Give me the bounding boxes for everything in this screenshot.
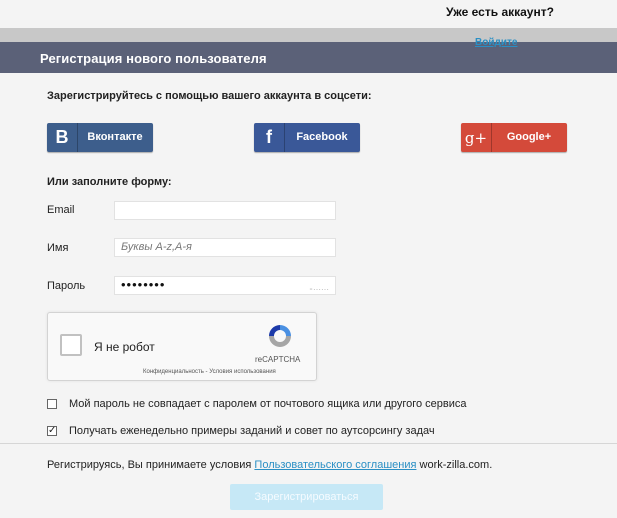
name-placeholder: Буквы А-z,А-я xyxy=(121,241,192,253)
password-value: •••••••• xyxy=(121,277,166,292)
password-label: Пароль xyxy=(47,280,86,292)
terms-text: Регистрируясь, Вы принимаете условия Пол… xyxy=(47,459,492,471)
weekly-examples-label: Получать еженедельно примеры заданий и с… xyxy=(69,425,435,437)
email-label: Email xyxy=(47,204,75,216)
login-link[interactable]: Войдите xyxy=(475,37,517,48)
terms-prefix: Регистрируясь, Вы принимаете условия xyxy=(47,459,252,471)
page-title: Регистрация нового пользователя xyxy=(40,51,267,66)
recaptcha-links[interactable]: Конфиденциальность - Условия использован… xyxy=(143,369,276,375)
registration-header: Регистрация нового пользователя xyxy=(0,42,617,73)
facebook-icon: f xyxy=(254,123,285,152)
password-field[interactable]: •••••••• ⁃⋯⋯ xyxy=(114,276,336,295)
already-have-account-text: Уже есть аккаунт? xyxy=(446,5,554,19)
password-differs-label: Мой пароль не совпадает с паролем от поч… xyxy=(69,398,467,410)
recaptcha-brand: reCAPTCHA xyxy=(255,355,301,364)
top-strip xyxy=(0,28,617,42)
recaptcha-widget: Я не робот reCAPTCHA Конфиденциальность … xyxy=(47,312,317,381)
facebook-label: Facebook xyxy=(296,131,348,143)
email-field[interactable] xyxy=(114,201,336,220)
google-plus-label: Google+ xyxy=(506,131,552,143)
recaptcha-checkbox[interactable] xyxy=(60,334,82,356)
google-plus-button[interactable]: g+ Google+ xyxy=(461,123,567,152)
name-field[interactable]: Буквы А-z,А-я xyxy=(114,238,336,257)
password-differs-checkbox[interactable] xyxy=(47,399,57,409)
form-title: Или заполните форму: xyxy=(47,176,172,188)
vkontakte-button[interactable]: B Вконтакте xyxy=(47,123,153,152)
social-signup-title: Зарегистрируйтесь с помощью вашего аккау… xyxy=(47,90,372,102)
register-button[interactable]: Зарегистрироваться xyxy=(230,484,383,510)
recaptcha-logo-icon xyxy=(269,325,291,347)
key-icon: ⁃⋯⋯ xyxy=(309,285,329,294)
recaptcha-label: Я не робот xyxy=(94,340,155,354)
divider xyxy=(0,443,617,444)
google-plus-icon: g+ xyxy=(461,123,492,152)
terms-suffix: work-zilla.com. xyxy=(419,459,493,471)
weekly-examples-checkbox[interactable]: ✓ xyxy=(47,426,57,436)
user-agreement-link[interactable]: Пользовательского соглашения xyxy=(254,459,416,471)
name-label: Имя xyxy=(47,242,69,254)
facebook-button[interactable]: f Facebook xyxy=(254,123,360,152)
vkontakte-icon: B xyxy=(47,123,78,152)
vkontakte-label: Вконтакте xyxy=(87,131,143,143)
